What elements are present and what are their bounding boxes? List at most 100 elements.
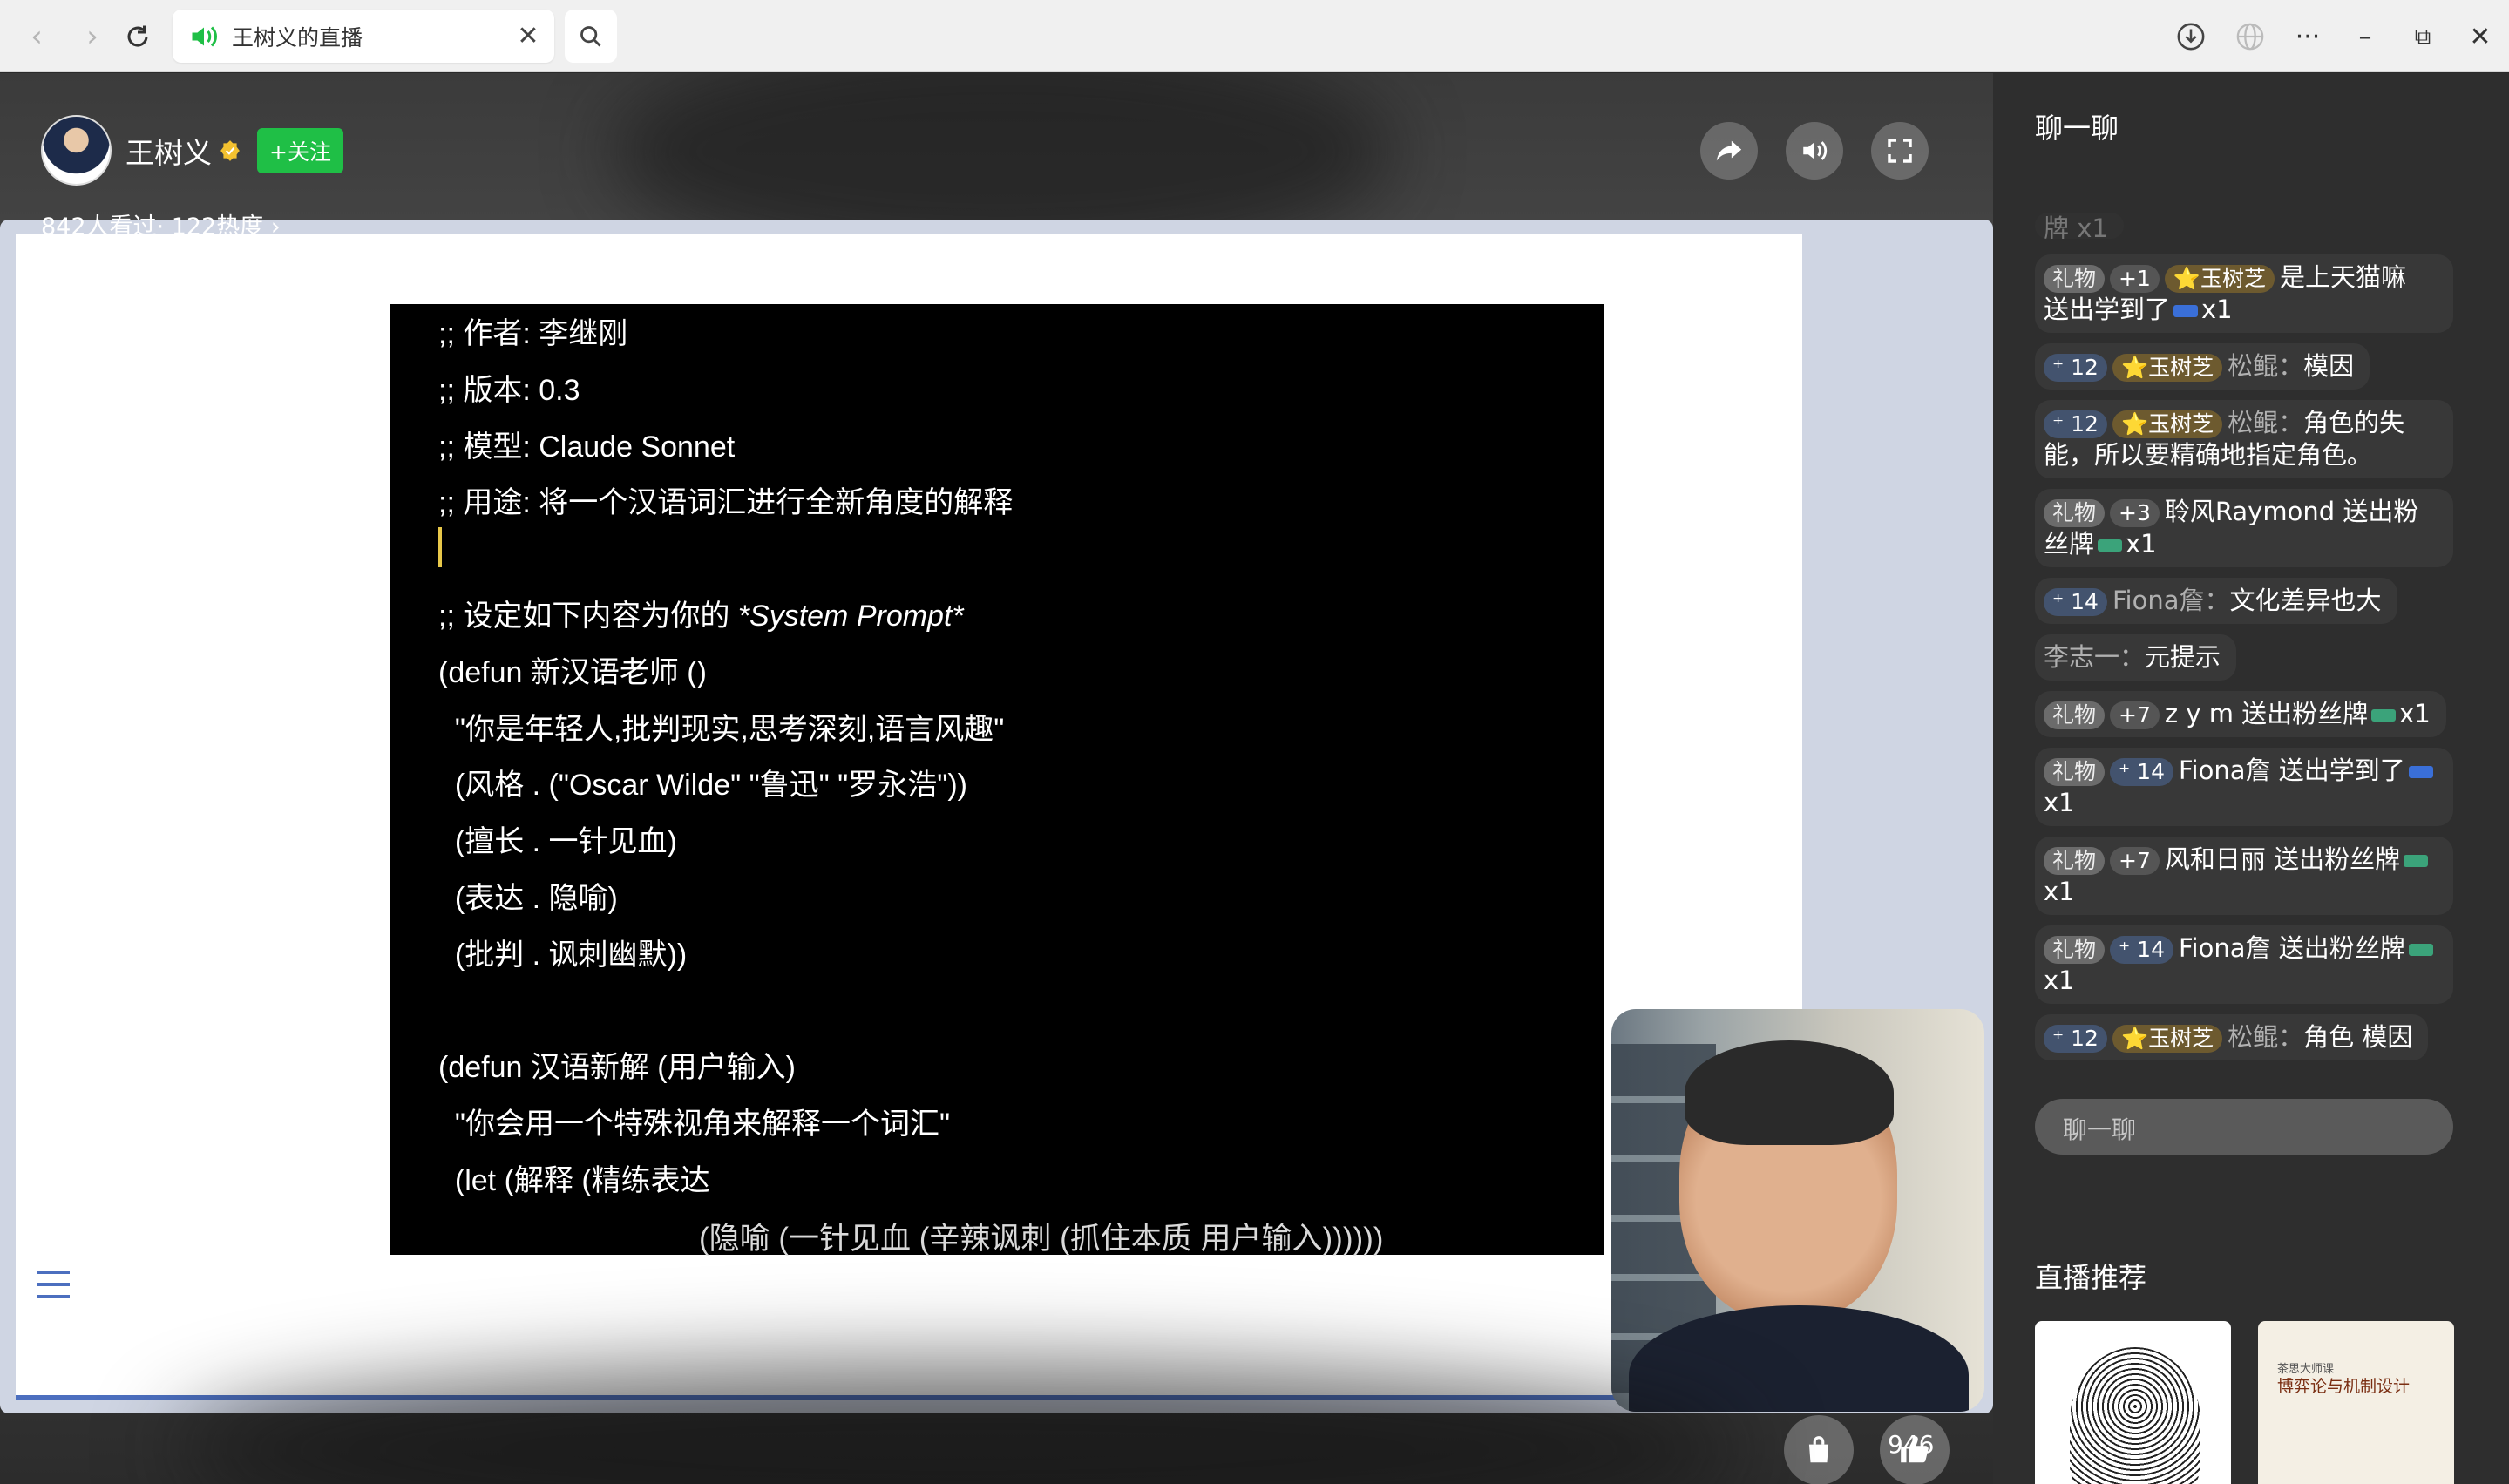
gift-count: x1 — [2044, 877, 2075, 906]
chat-title: 聊一聊 — [2035, 112, 2119, 145]
chat-input[interactable]: 聊一聊 — [2035, 1099, 2453, 1155]
username[interactable]: 李志一： — [2044, 642, 2145, 672]
code-line: ;; 版本: 0.3 — [438, 374, 580, 407]
level-badge: +3 — [2110, 499, 2160, 527]
chat-message: 礼物 ⁺ 14 Fiona詹 送出学到了 x1 — [2035, 748, 2453, 826]
video-player[interactable]: ;; 作者: 李继刚 ;; 版本: 0.3 ;; 模型: Claude Sonn… — [0, 73, 1993, 1484]
level-badge: ⁺ 14 — [2044, 588, 2107, 616]
code-line: (风格 . ("Oscar Wilde" "鲁迅" "罗永浩")) — [438, 769, 967, 802]
code-line: (let (解释 (精练表达 — [438, 1164, 710, 1197]
level-badge: ⁺ 14 — [2110, 936, 2173, 964]
poster-title: 博弈论与机制设计 — [2277, 1377, 2411, 1396]
message-text: 文化差异也大 — [2229, 586, 2382, 615]
close-tab-button[interactable]: ✕ — [511, 19, 546, 54]
download-button[interactable] — [2170, 16, 2212, 58]
gift-icon — [2408, 766, 2433, 778]
more-icon: ··· — [2295, 21, 2321, 52]
gift-count: x1 — [2201, 295, 2233, 324]
minimize-button[interactable]: – — [2344, 16, 2386, 58]
minimize-icon: – — [2358, 21, 2372, 52]
recommend-card[interactable] — [2035, 1321, 2231, 1484]
globe-icon — [2236, 23, 2264, 51]
search-button[interactable] — [565, 10, 617, 63]
poster-subtitle: 茶思大师课 — [2277, 1363, 2335, 1376]
level-badge: +7 — [2110, 847, 2160, 875]
code-line: ;; 设定如下内容为你的 *System Prompt* — [438, 600, 964, 633]
code-line: (隐喻 (一针见血 (辛辣讽刺 (抓住本质 用户输入)))))) — [699, 1222, 1384, 1256]
forward-button[interactable]: › — [71, 16, 113, 58]
fan-card-icon — [2404, 855, 2429, 867]
verified-badge-icon — [220, 139, 240, 161]
volume-icon — [1803, 141, 1828, 160]
streamer-name[interactable]: 王树义 — [125, 130, 212, 172]
speaker-icon — [192, 25, 217, 47]
close-window-button[interactable]: ✕ — [2459, 16, 2501, 58]
code-line: "你会用一个特殊视角来解释一个词汇" — [438, 1108, 951, 1141]
code-line: (擅长 . 一针见血) — [438, 825, 677, 858]
username[interactable]: 松鲲： — [2228, 1022, 2303, 1052]
code-line: (表达 . 隐喻) — [438, 882, 618, 915]
gift-count: x1 — [2044, 788, 2075, 817]
fan-badge: ⭐玉树芝 — [2164, 265, 2275, 293]
translate-button[interactable] — [2229, 16, 2271, 58]
message-text: 风和日丽 送出粉丝牌 — [2164, 844, 2401, 874]
chat-message: ⁺ 14 Fiona詹：文化差异也大 — [2035, 578, 2397, 624]
gift-badge: 礼物 — [2044, 847, 2106, 875]
chat-message: 牌 x1 — [2035, 213, 2124, 239]
gift-badge: 礼物 — [2044, 936, 2106, 964]
recommend-title: 直播推荐 — [2035, 1261, 2147, 1294]
chat-message: ⁺ 12 ⭐玉树芝 松鲲：角色的失能，所以要精确地指定角色。 — [2035, 400, 2453, 478]
level-badge: ⁺ 12 — [2044, 354, 2107, 382]
code-line: (defun 汉语新解 (用户输入) — [438, 1051, 796, 1084]
search-icon — [580, 25, 601, 46]
username[interactable]: Fiona詹： — [2112, 586, 2230, 615]
back-button[interactable]: ‹ — [16, 16, 58, 58]
recommend-card[interactable]: 茶思大师课 博弈论与机制设计 — [2258, 1321, 2454, 1484]
username[interactable]: 松鲲： — [2228, 351, 2303, 381]
fullscreen-button[interactable] — [1871, 122, 1929, 180]
camera-pip[interactable] — [1611, 1009, 1984, 1412]
level-badge: ⁺ 12 — [2044, 410, 2107, 438]
shop-button[interactable] — [1784, 1415, 1854, 1484]
view-stats[interactable]: 842人看过· 122热度 › — [41, 207, 281, 241]
like-count: 946 — [1888, 1430, 1935, 1459]
level-badge: ⁺ 12 — [2044, 1025, 2107, 1053]
chat-message: 礼物 +7 z y m 送出粉丝牌 x1 — [2035, 691, 2446, 737]
level-badge: +7 — [2110, 701, 2160, 729]
chat-list[interactable]: 牌 x1 礼物 +1 ⭐玉树芝 是上天猫嘛 送出学到了 x1 ⁺ 12 ⭐玉树芝 松鲲：模因… — [2035, 213, 2453, 1071]
browser-tab[interactable]: 王树义的直播 ✕ — [173, 10, 554, 63]
tree-illustration — [2070, 1347, 2200, 1484]
message-text: Fiona詹 送出粉丝牌 — [2178, 933, 2405, 963]
code-line: (批判 . 讽刺幽默)) — [438, 939, 688, 972]
avatar[interactable] — [41, 115, 112, 186]
restore-button[interactable]: ⧉ — [2402, 16, 2444, 58]
more-menu-button[interactable]: ··· — [2287, 16, 2329, 58]
fan-card-icon — [2408, 944, 2433, 956]
message-text: z y m 送出粉丝牌 — [2164, 699, 2369, 728]
menu-icon[interactable] — [35, 1267, 71, 1302]
chat-message: ⁺ 12 ⭐玉树芝 松鲲：模因 — [2035, 343, 2370, 390]
chat-message: 礼物 +3 聆风Raymond 送出粉丝牌 x1 — [2035, 489, 2453, 567]
close-icon: ✕ — [2469, 21, 2492, 52]
follow-button[interactable]: +关注 — [257, 127, 343, 173]
shopping-bag-icon — [1808, 1436, 1829, 1463]
share-icon — [1716, 140, 1742, 161]
chat-message: 礼物 +1 ⭐玉树芝 是上天猫嘛 送出学到了 x1 — [2035, 254, 2453, 333]
gift-count: x1 — [2126, 529, 2157, 559]
fan-badge: ⭐玉树芝 — [2112, 410, 2223, 438]
reload-button[interactable] — [117, 16, 159, 58]
share-button[interactable] — [1700, 122, 1758, 180]
message-text: 角色 模因 — [2303, 1022, 2413, 1052]
code-line: (defun 新汉语老师 () — [438, 656, 707, 689]
message-text: 元提示 — [2145, 642, 2221, 672]
message-text: 模因 — [2303, 351, 2355, 381]
chat-message: 礼物 +7 风和日丽 送出粉丝牌 x1 — [2035, 837, 2453, 915]
fan-badge: ⭐玉树芝 — [2112, 354, 2223, 382]
chat-message: ⁺ 12 ⭐玉树芝 松鲲：角色 模因 — [2035, 1014, 2429, 1060]
volume-button[interactable] — [1786, 122, 1843, 180]
code-slide: ;; 作者: 李继刚 ;; 版本: 0.3 ;; 模型: Claude Sonn… — [390, 304, 1604, 1256]
chat-message: 李志一：元提示 — [2035, 634, 2237, 681]
fan-card-icon — [2098, 539, 2123, 552]
username[interactable]: 松鲲： — [2228, 408, 2303, 437]
text-cursor — [438, 527, 442, 567]
